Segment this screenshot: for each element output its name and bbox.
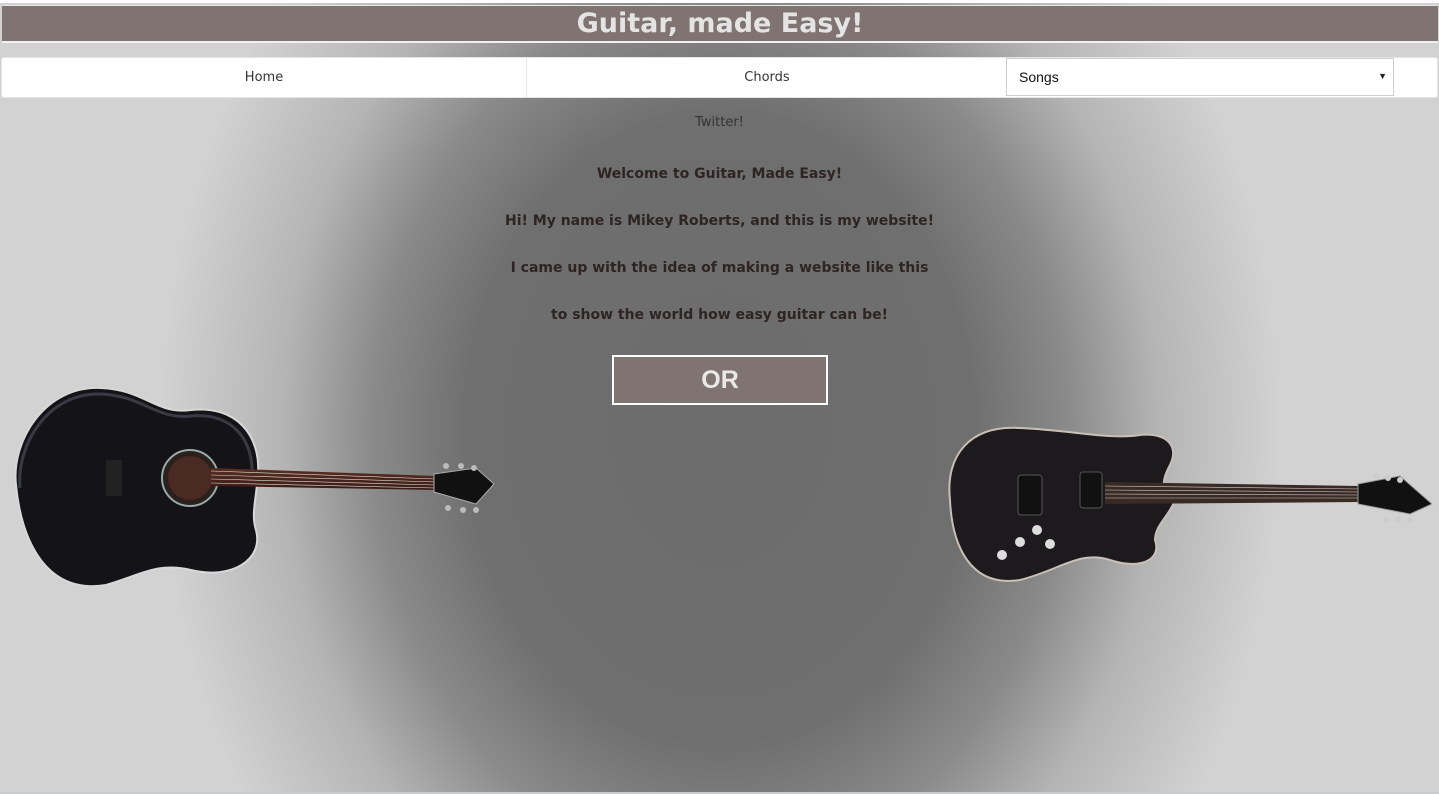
acoustic-guitar-image [14,386,495,588]
mission-text: to show the world how easy guitar can be… [551,307,888,323]
welcome-text: Welcome to Guitar, Made Easy! [596,166,843,182]
idea-text: I came up with the idea of making a webs… [510,260,929,276]
or-button[interactable]: OR [612,355,828,405]
twitter-link[interactable]: Twitter! [0,115,1439,130]
dropdown-caret-icon: ▼ [1378,71,1387,81]
nav-bar: Home Chords Songs ▼ [1,57,1438,98]
songs-select[interactable]: Songs ▼ [1006,58,1394,96]
nav-home-link[interactable]: Home [2,58,527,97]
songs-select-value: Songs [1019,69,1059,85]
nav-home-label: Home [244,70,284,85]
title-bar: Guitar, made Easy! [2,5,1438,43]
or-button-label: OR [701,365,739,394]
nav-chords-link[interactable]: Chords [527,58,1007,97]
top-border [0,0,1439,3]
nav-chords-label: Chords [744,70,790,85]
page-title: Guitar, made Easy! [576,8,864,39]
electric-guitar-image [948,426,1433,582]
intro-text: Hi! My name is Mikey Roberts, and this i… [504,213,934,229]
